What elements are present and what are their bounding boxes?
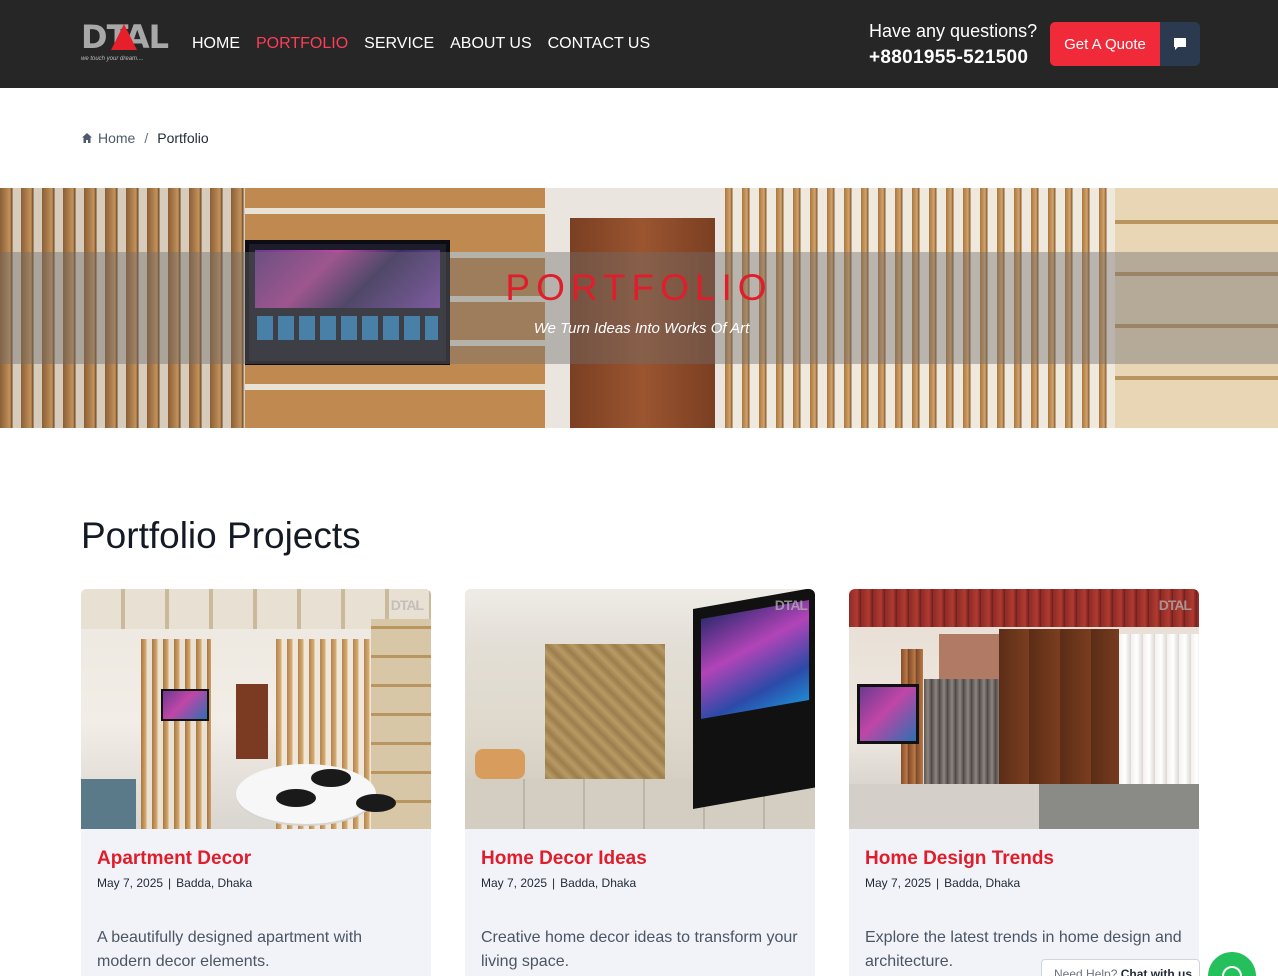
breadcrumb-separator: / [144,130,149,146]
breadcrumb-current: Portfolio [157,130,209,146]
whatsapp-chat-button[interactable] [1208,952,1256,976]
card-date: May 7, 2025 [97,876,164,890]
card-meta: May 7, 2025 | Badda, Dhaka [481,875,799,891]
get-quote-button[interactable]: Get A Quote [1050,22,1160,66]
nav-service[interactable]: SERVICE [364,34,434,54]
breadcrumb: Home / Portfolio [81,129,209,147]
breadcrumb-home-link[interactable]: Home [81,129,135,147]
message-icon [1174,38,1186,50]
logo-tagline: we touch your dream.... [81,56,144,62]
image-watermark: DTAL [774,597,808,613]
section-title: Portfolio Projects [81,515,361,556]
portfolio-grid: DTAL Apartment Decor May 7, 2025 | Badda… [81,589,1199,976]
portfolio-card[interactable]: DTAL Home Design Trends May 7, 2025 | Ba… [849,589,1199,976]
card-meta: May 7, 2025 | Badda, Dhaka [865,875,1183,891]
header-contact: Have any questions? +8801955-521500 [869,20,1037,71]
site-header: DTAL we touch your dream.... HOME PORTFO… [0,0,1278,88]
card-meta: May 7, 2025 | Badda, Dhaka [97,875,415,891]
card-date: May 7, 2025 [865,876,932,890]
card-title[interactable]: Apartment Decor [97,846,415,872]
card-title[interactable]: Home Decor Ideas [481,846,799,872]
contact-phone[interactable]: +8801955-521500 [869,45,1037,71]
chat-widget-prefix: Need Help? [1054,967,1118,976]
card-image[interactable]: DTAL [81,589,431,829]
img-floor [849,784,1049,829]
hero-subtitle: We Turn Ideas Into Works Of Art [533,320,750,337]
image-watermark: DTAL [390,597,424,613]
card-location: Badda, Dhaka [176,876,253,890]
img-tv-screen [701,599,809,719]
img-tv [161,689,209,721]
card-body: Home Design Trends May 7, 2025 | Badda, … [849,829,1199,976]
img-plate [356,794,396,812]
img-wardrobe [999,629,1119,784]
card-location: Badda, Dhaka [944,876,1021,890]
logo-mark: DTAL [81,20,169,54]
meta-divider: | [552,876,556,890]
site-logo[interactable]: DTAL we touch your dream.... [81,20,169,66]
contact-question: Have any questions? [869,21,1038,41]
img-wallpaper [545,644,665,779]
hero-title: PORTFOLIO [505,267,773,308]
img-door [236,684,268,759]
nav-portfolio[interactable]: PORTFOLIO [256,34,348,54]
card-date: May 7, 2025 [481,876,548,890]
hero-banner: PORTFOLIO We Turn Ideas Into Works Of Ar… [0,188,1278,428]
img-slats [141,639,211,829]
img-plate [311,769,351,787]
portfolio-card[interactable]: DTAL Home Decor Ideas May 7, 2025 | Badd… [465,589,815,976]
img-bed [1039,784,1199,829]
chat-widget-label[interactable]: Need Help? Chat with us [1041,959,1200,976]
breadcrumb-home-label: Home [98,130,136,146]
img-plate [276,789,316,807]
main-nav: HOME PORTFOLIO SERVICE ABOUT US CONTACT … [192,34,650,54]
card-description: Creative home decor ideas to transform y… [481,929,798,970]
card-location: Badda, Dhaka [560,876,637,890]
card-body: Home Decor Ideas May 7, 2025 | Badda, Dh… [465,829,815,976]
card-image[interactable]: DTAL [465,589,815,829]
meta-divider: | [168,876,172,890]
card-body: Apartment Decor May 7, 2025 | Badda, Dha… [81,829,431,976]
img-tv [857,684,919,744]
logo-triangle-icon [111,24,137,50]
img-ceiling [849,589,1199,627]
img-sofa [81,779,136,829]
nav-home[interactable]: HOME [192,34,240,54]
nav-about-us[interactable]: ABOUT US [450,34,532,54]
card-image[interactable]: DTAL [849,589,1199,829]
card-title[interactable]: Home Design Trends [865,846,1183,872]
chat-widget-text: Chat with us [1120,967,1193,976]
chat-button[interactable] [1160,22,1200,66]
meta-divider: | [936,876,940,890]
img-chair [475,749,525,779]
nav-contact-us[interactable]: CONTACT US [548,34,651,54]
image-watermark: DTAL [1158,597,1192,613]
home-icon [82,133,92,143]
whatsapp-icon [1222,966,1242,976]
portfolio-card[interactable]: DTAL Apartment Decor May 7, 2025 | Badda… [81,589,431,976]
card-description: A beautifully designed apartment with mo… [97,929,363,970]
